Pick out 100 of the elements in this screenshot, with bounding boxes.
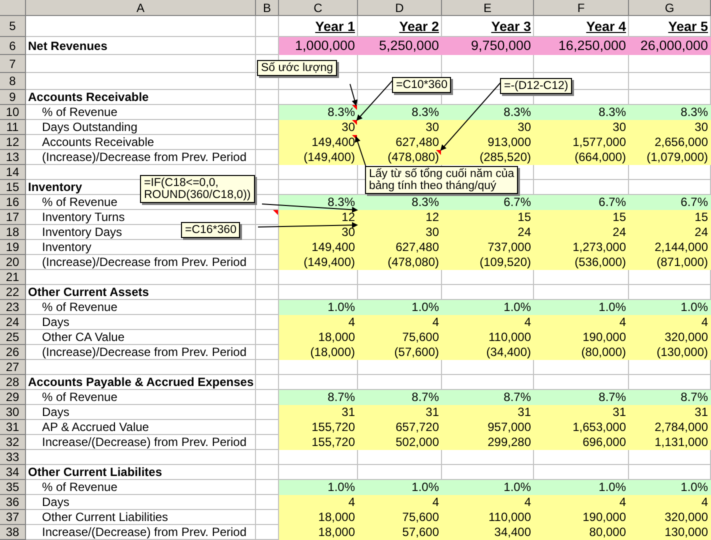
row-header[interactable]: 34: [0, 465, 26, 480]
row-header[interactable]: 37: [0, 510, 26, 525]
table-cell: 1,577,000: [534, 135, 629, 150]
table-cell: [256, 90, 279, 105]
table-cell: [256, 37, 279, 55]
table-cell: (664,000): [534, 150, 629, 165]
row-header[interactable]: 28: [0, 375, 26, 390]
row-header[interactable]: 8: [0, 73, 26, 90]
row-header[interactable]: 15: [0, 180, 26, 195]
table-cell: 1.0%: [279, 300, 358, 315]
table-cell: 4: [629, 495, 711, 510]
row-label: Accounts Payable & Accrued Expenses: [26, 375, 256, 390]
table-cell: 1.0%: [279, 480, 358, 495]
row-header[interactable]: 32: [0, 435, 26, 450]
row-label: Other CA Value: [26, 330, 256, 345]
row-header[interactable]: 14: [0, 165, 26, 180]
row-header[interactable]: 35: [0, 480, 26, 495]
row-header[interactable]: 30: [0, 405, 26, 420]
table-cell: 2,144,000: [629, 240, 711, 255]
table-cell: [256, 330, 279, 345]
row-header[interactable]: 22: [0, 285, 26, 300]
table-cell: 30: [629, 120, 711, 135]
table-cell: (478,080): [358, 150, 442, 165]
comment-box: =C16*360: [181, 222, 240, 238]
table-cell: 737,000: [442, 240, 534, 255]
table-cell: 4: [534, 495, 629, 510]
table-cell: [256, 165, 279, 180]
row-header[interactable]: 16: [0, 195, 26, 210]
table-cell: (80,000): [534, 345, 629, 360]
row-header[interactable]: 5: [0, 16, 26, 37]
table-cell: (130,000): [629, 345, 711, 360]
row-header[interactable]: 18: [0, 225, 26, 240]
row-header[interactable]: 20: [0, 255, 26, 270]
table-cell: 18,000: [279, 510, 358, 525]
row-header[interactable]: 25: [0, 330, 26, 345]
table-cell: (871,000): [629, 255, 711, 270]
row-header[interactable]: 13: [0, 150, 26, 165]
table-cell: 18,000: [279, 525, 358, 540]
row-header[interactable]: 29: [0, 390, 26, 405]
table-cell: [256, 270, 279, 285]
row-label: Days: [26, 405, 256, 420]
row-header[interactable]: 7: [0, 55, 26, 73]
row-header[interactable]: 24: [0, 315, 26, 330]
comment-box: =-(D12-C12): [500, 78, 572, 94]
table-cell: 155,720: [279, 420, 358, 435]
table-cell: [256, 480, 279, 495]
table-cell: [256, 525, 279, 540]
table-cell: 15: [629, 210, 711, 225]
table-cell: 31: [629, 405, 711, 420]
column-header[interactable]: B: [256, 0, 279, 16]
row-header[interactable]: 10: [0, 105, 26, 120]
table-cell: 320,000: [629, 510, 711, 525]
table-cell: 24: [534, 225, 629, 240]
row-label: % of Revenue: [26, 105, 256, 120]
table-cell: [256, 405, 279, 420]
table-cell: Year 5: [629, 16, 711, 37]
column-header[interactable]: E: [442, 0, 534, 16]
row-header[interactable]: 17: [0, 210, 26, 225]
table-cell: 5,250,000: [358, 37, 442, 55]
row-label: Other Current Assets: [26, 285, 256, 300]
table-cell: [256, 16, 279, 37]
table-cell: 8.3%: [279, 105, 358, 120]
table-cell: 4: [629, 315, 711, 330]
table-cell: 1.0%: [534, 480, 629, 495]
row-header[interactable]: 36: [0, 495, 26, 510]
row-header[interactable]: 31: [0, 420, 26, 435]
table-cell: 299,280: [442, 435, 534, 450]
table-cell: 15: [442, 210, 534, 225]
row-label: Accounts Receivable: [26, 90, 256, 105]
row-header[interactable]: 38: [0, 525, 26, 540]
row-header[interactable]: 33: [0, 450, 26, 465]
table-cell: 8.3%: [534, 105, 629, 120]
column-header[interactable]: A: [26, 0, 256, 16]
table-cell: 8.3%: [442, 105, 534, 120]
column-header[interactable]: D: [358, 0, 442, 16]
row-header[interactable]: 27: [0, 360, 26, 375]
row-header[interactable]: 6: [0, 37, 26, 55]
row-label: (Increase)/Decrease from Prev. Period: [26, 150, 256, 165]
table-cell: [256, 450, 279, 465]
table-cell: 30: [534, 120, 629, 135]
column-header[interactable]: G: [629, 0, 711, 16]
table-cell: 24: [629, 225, 711, 240]
table-cell: 4: [358, 315, 442, 330]
row-header[interactable]: 11: [0, 120, 26, 135]
row-header[interactable]: 9: [0, 90, 26, 105]
table-cell: [256, 495, 279, 510]
comment-box: =IF(C18<=0,0, ROUND(360/C18,0)): [140, 175, 255, 203]
select-all-corner[interactable]: [0, 0, 26, 16]
row-header[interactable]: 12: [0, 135, 26, 150]
row-header[interactable]: 23: [0, 300, 26, 315]
table-cell: 75,600: [358, 330, 442, 345]
column-header[interactable]: C: [279, 0, 358, 16]
row-header[interactable]: 26: [0, 345, 26, 360]
column-header[interactable]: F: [534, 0, 629, 16]
row-header[interactable]: 21: [0, 270, 26, 285]
table-cell: 8.3%: [358, 195, 442, 210]
table-cell: 627,480: [358, 135, 442, 150]
row-label: % of Revenue: [26, 300, 256, 315]
row-header[interactable]: 19: [0, 240, 26, 255]
table-cell: 4: [279, 495, 358, 510]
